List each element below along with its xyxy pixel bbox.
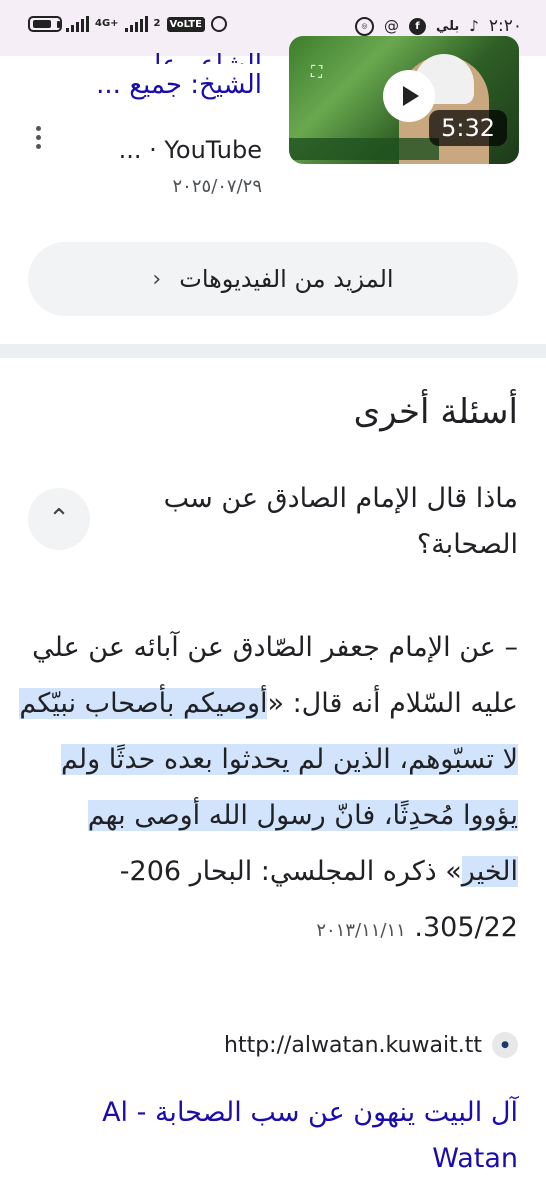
tiktok-icon: ♪ (469, 17, 479, 35)
expand-icon[interactable]: ⛶ (311, 62, 322, 82)
play-icon[interactable] (383, 70, 435, 122)
video-duration: 5:32 (429, 110, 507, 146)
clock: ٢:٢٠ (488, 16, 522, 36)
source-url[interactable]: http://alwatan.kuwait.tt (224, 1033, 482, 1058)
video-date: ٢٠٢٥/٠٧/٢٩ (172, 176, 262, 197)
result-title-link[interactable]: آل البيت ينهون عن سب الصحابة - Al Watan (18, 1090, 518, 1182)
video-title-line-1[interactable]: الشاعر علي (42, 44, 262, 64)
facebook-icon: f (408, 17, 426, 35)
video-source: YouTube · ... (118, 136, 262, 164)
answer-date: ٢٠١٣/١١/١١ (316, 920, 406, 941)
volte-badge: VoLTE (166, 16, 205, 32)
chevron-up-icon[interactable]: ⌃ (28, 488, 90, 550)
result-source-row[interactable]: http://alwatan.kuwait.tt ● (224, 1032, 518, 1058)
more-options-icon[interactable] (36, 126, 42, 153)
section-divider (0, 344, 546, 358)
network-type-label: 4G+ (95, 18, 119, 29)
status-right-group: ◎ @ f بلي ♪ ٢:٢٠ (354, 16, 522, 36)
chevron-left-icon: ‹ (152, 266, 162, 292)
video-thumbnail[interactable]: ⛶ 5:32 (289, 36, 519, 164)
signal-icon (66, 16, 89, 32)
paa-heading: أسئلة أخرى (353, 392, 518, 432)
more-videos-label: المزيد من الفيديوهات (179, 265, 394, 293)
thumbnail-caption-strip (289, 138, 439, 160)
more-videos-button[interactable]: المزيد من الفيديوهات ‹ (28, 242, 518, 316)
battery-icon (28, 16, 62, 32)
threads-icon: @ (383, 17, 399, 35)
signal-2-icon (124, 16, 148, 32)
app-circle-icon: ◎ (354, 16, 374, 36)
video-title-line-2[interactable]: الشيخ: جميع ... (42, 64, 262, 106)
alarm-icon (210, 16, 227, 32)
sim-label: 2 (153, 18, 161, 29)
carrier-app-label: بلي (435, 18, 460, 34)
status-left-group: 4G+ 2 VoLTE (28, 16, 227, 32)
site-favicon-icon: ● (492, 1032, 518, 1058)
video-title[interactable]: الشاعر علي الشيخ: جميع ... (42, 44, 262, 106)
paa-question[interactable]: ماذا قال الإمام الصادق عن سب الصحابة؟ (98, 476, 518, 568)
paa-answer: – عن الإمام جعفر الصّادق عن آبائه عن علي… (18, 620, 518, 959)
